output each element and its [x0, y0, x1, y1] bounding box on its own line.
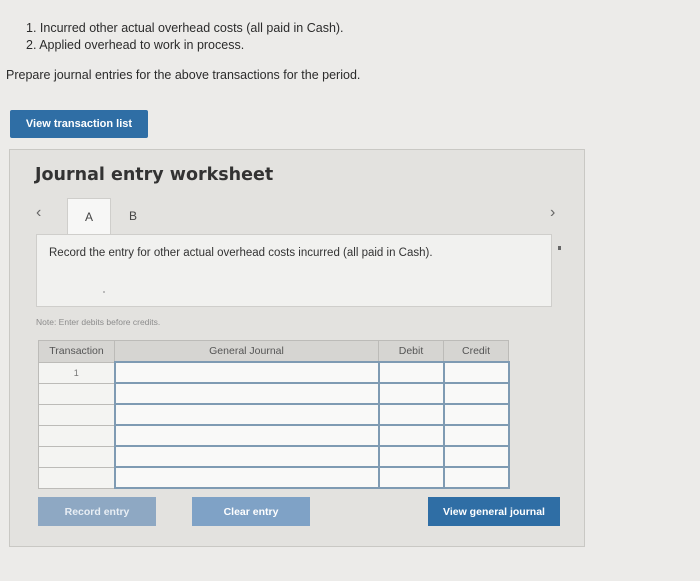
credit-input[interactable]: [442, 361, 510, 384]
transaction-cell: [38, 445, 115, 468]
note-text: Note: Enter debits before credits.: [36, 317, 161, 327]
debit-input[interactable]: [377, 445, 445, 468]
debit-input[interactable]: [377, 466, 445, 489]
view-general-journal-button[interactable]: View general journal: [428, 497, 560, 526]
account-input[interactable]: [113, 424, 380, 447]
debit-input[interactable]: [377, 424, 445, 447]
entry-description: Record the entry for other actual overhe…: [49, 247, 433, 259]
table-row: [38, 382, 510, 405]
clear-entry-button[interactable]: Clear entry: [192, 497, 310, 526]
journal-entry-worksheet: Journal entry worksheet ‹ A B › Record t…: [9, 149, 585, 547]
account-input[interactable]: [113, 382, 380, 405]
transaction-cell: [38, 466, 115, 489]
table-row: [38, 424, 510, 447]
column-header-transaction: Transaction: [38, 340, 115, 363]
debit-input[interactable]: [377, 403, 445, 426]
view-transaction-list-button[interactable]: View transaction list: [10, 110, 148, 138]
tab-b[interactable]: B: [111, 198, 155, 233]
column-header-general-journal: General Journal: [114, 340, 379, 363]
chevron-left-icon[interactable]: ‹: [36, 204, 41, 222]
account-input[interactable]: [113, 403, 380, 426]
table-row: [38, 466, 510, 489]
column-header-debit: Debit: [378, 340, 444, 363]
account-input[interactable]: [113, 445, 380, 468]
account-input[interactable]: [113, 466, 380, 489]
account-input[interactable]: [113, 361, 380, 384]
transaction-cell: 1: [38, 361, 115, 384]
instruction-line-1: 1. Incurred other actual overhead costs …: [26, 21, 344, 35]
column-header-credit: Credit: [443, 340, 509, 363]
transaction-cell: [38, 403, 115, 426]
worksheet-tabs: A B: [67, 198, 155, 234]
debit-input[interactable]: [377, 361, 445, 384]
credit-input[interactable]: [442, 382, 510, 405]
entry-description-box: Record the entry for other actual overhe…: [36, 234, 552, 307]
table-row: 1: [38, 361, 510, 384]
credit-input[interactable]: [442, 466, 510, 489]
table-row: [38, 445, 510, 468]
table-header-row: Transaction General Journal Debit Credit: [38, 340, 509, 363]
credit-input[interactable]: [442, 403, 510, 426]
tab-a[interactable]: A: [67, 198, 111, 234]
table-row: [38, 403, 510, 426]
chevron-right-icon[interactable]: ›: [550, 204, 555, 222]
credit-input[interactable]: [442, 424, 510, 447]
instructions: 1. Incurred other actual overhead costs …: [26, 20, 344, 54]
instruction-line-2: 2. Applied overhead to work in process.: [26, 38, 245, 52]
transaction-cell: [38, 424, 115, 447]
journal-table: Transaction General Journal Debit Credit…: [38, 340, 510, 489]
credit-input[interactable]: [442, 445, 510, 468]
side-marker-icon: [558, 246, 561, 250]
transaction-cell: [38, 382, 115, 405]
worksheet-title: Journal entry worksheet: [35, 165, 274, 185]
record-entry-button[interactable]: Record entry: [38, 497, 156, 526]
prompt-text: Prepare journal entries for the above tr…: [6, 68, 361, 82]
decorative-dot: [103, 291, 105, 293]
debit-input[interactable]: [377, 382, 445, 405]
